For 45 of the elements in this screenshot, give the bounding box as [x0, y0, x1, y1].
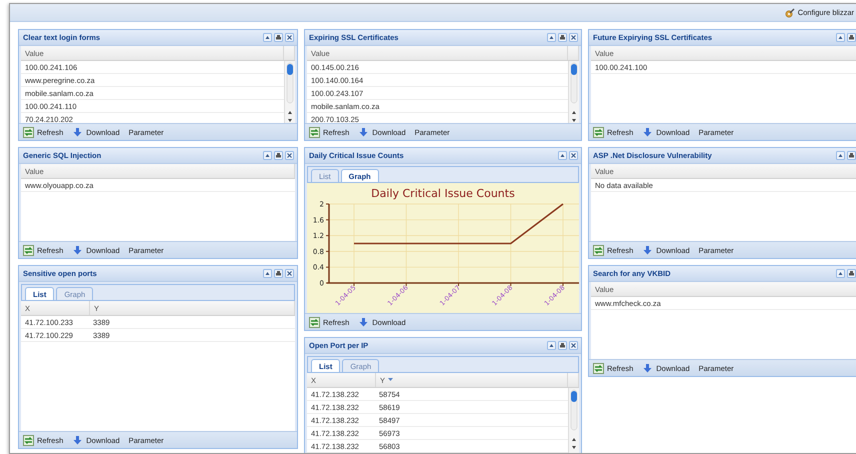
printer-icon[interactable] [847, 151, 856, 160]
close-icon[interactable] [569, 341, 578, 350]
collapse-icon[interactable] [263, 33, 272, 42]
down-arrow-icon [72, 244, 84, 256]
down-arrow-icon [358, 126, 370, 138]
sort-arrow-icon [388, 378, 394, 382]
close-icon[interactable] [285, 151, 294, 160]
refresh-icon [309, 126, 320, 138]
scrollbar[interactable] [568, 388, 579, 453]
collapse-icon[interactable] [558, 151, 567, 160]
refresh-icon [593, 244, 604, 256]
printer-icon[interactable] [847, 33, 856, 42]
down-arrow-icon [72, 126, 84, 138]
gear-pencil-icon [784, 8, 795, 18]
printer-icon[interactable] [558, 33, 567, 42]
refresh-icon [23, 244, 34, 256]
collapse-icon[interactable] [263, 151, 272, 160]
down-arrow-icon [358, 316, 370, 328]
refresh-icon [593, 362, 604, 374]
printer-icon[interactable] [274, 33, 283, 42]
scrollbar[interactable] [284, 61, 295, 123]
printer-icon[interactable] [847, 269, 856, 278]
chart-title: Daily Critical Issue Counts [371, 187, 515, 200]
refresh-icon [593, 126, 604, 138]
down-arrow-icon [642, 244, 654, 256]
close-icon[interactable] [285, 33, 294, 42]
refresh-icon [23, 126, 34, 138]
scrollbar[interactable] [568, 61, 579, 123]
printer-icon[interactable] [274, 151, 283, 160]
down-arrow-icon [72, 434, 84, 446]
refresh-icon [23, 434, 34, 446]
printer-icon[interactable] [558, 341, 567, 350]
printer-icon[interactable] [274, 269, 283, 278]
refresh-icon [309, 316, 320, 328]
collapse-icon[interactable] [547, 33, 556, 42]
down-arrow-icon [642, 126, 654, 138]
collapse-icon[interactable] [836, 33, 845, 42]
collapse-icon[interactable] [836, 151, 845, 160]
collapse-icon[interactable] [836, 269, 845, 278]
down-arrow-icon [642, 362, 654, 374]
close-icon[interactable] [569, 151, 578, 160]
close-icon[interactable] [569, 33, 578, 42]
collapse-icon[interactable] [263, 269, 272, 278]
collapse-icon[interactable] [547, 341, 556, 350]
close-icon[interactable] [285, 269, 294, 278]
